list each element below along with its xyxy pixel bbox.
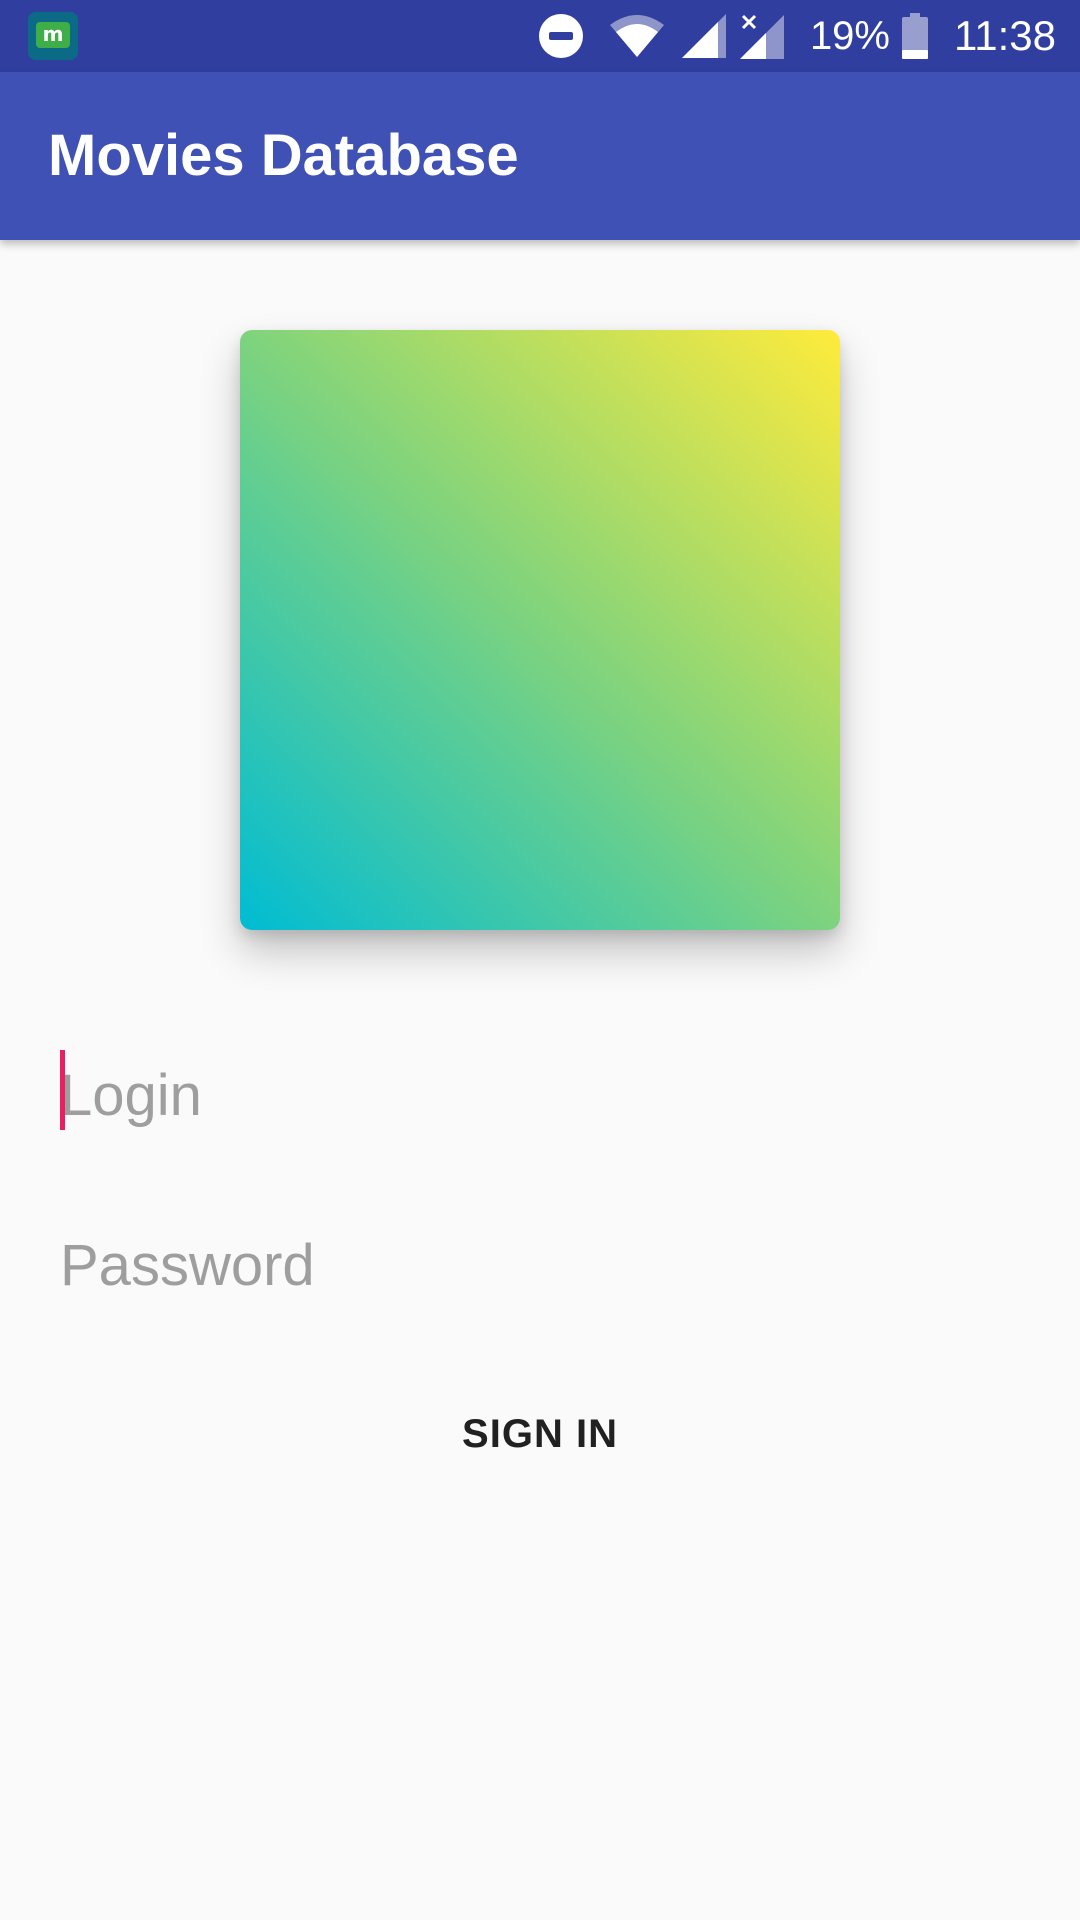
app-title: Movies Database <box>48 123 519 188</box>
wifi-icon <box>609 15 664 57</box>
do-not-disturb-icon <box>538 13 584 59</box>
status-icons: 19% 11:38 <box>538 0 1056 72</box>
battery-percent: 19% <box>809 13 890 58</box>
app-bar: Movies Database <box>0 72 1080 240</box>
login-input[interactable] <box>60 1040 1020 1150</box>
gradient-poster-image <box>240 330 840 930</box>
password-field[interactable] <box>60 1210 1020 1320</box>
status-bar: m 19% 11:38 <box>0 0 1080 72</box>
app-notification-icon: m <box>28 12 78 60</box>
battery-icon <box>902 13 928 59</box>
cell-signal-no-data-icon <box>739 13 784 59</box>
sign-in-button[interactable]: SIGN IN <box>340 1390 740 1478</box>
password-input[interactable] <box>60 1210 1020 1320</box>
login-field[interactable] <box>60 1040 1020 1150</box>
clock: 11:38 <box>954 12 1056 59</box>
cell-signal-icon <box>681 14 726 58</box>
text-cursor <box>60 1050 65 1130</box>
app-notification-letter: m <box>36 22 70 48</box>
